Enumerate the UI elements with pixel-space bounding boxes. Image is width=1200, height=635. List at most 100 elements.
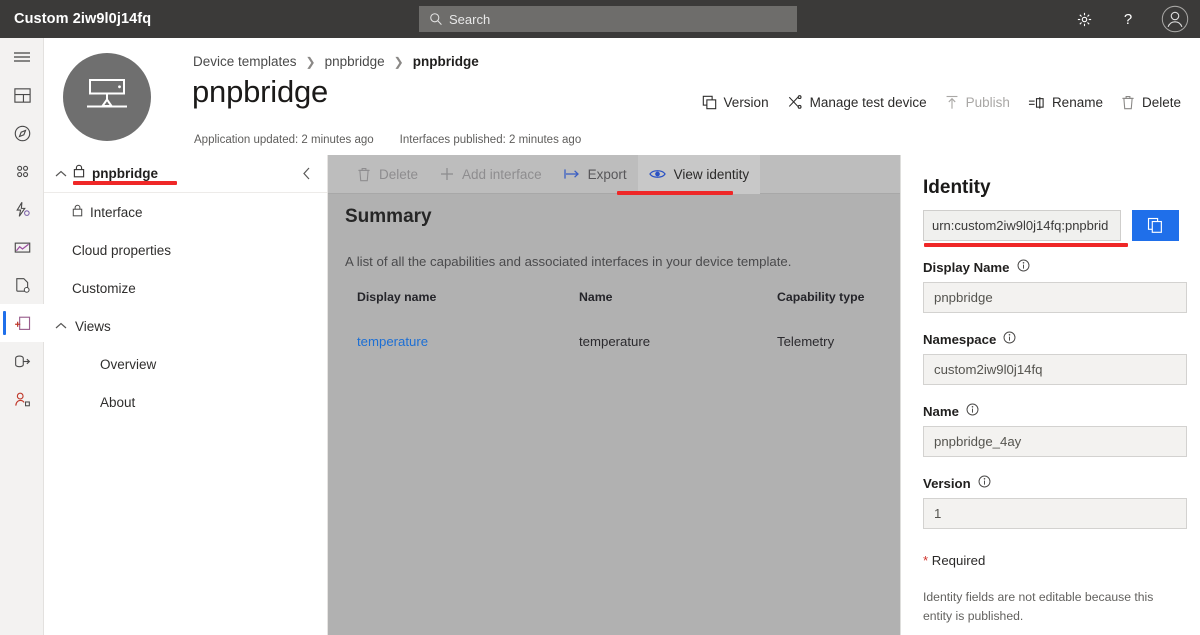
summary-description: A list of all the capabilities and assoc…	[345, 254, 792, 269]
info-icon[interactable]	[1017, 259, 1030, 275]
application-updated-text: Application updated: 2 minutes ago	[194, 134, 374, 146]
tree-item-label: Customize	[72, 280, 136, 296]
breadcrumb: Device templates ❯ pnpbridge ❯ pnpbridge	[193, 54, 479, 69]
sidebar-item-devices[interactable]	[0, 114, 44, 152]
tree-item-label: Overview	[100, 356, 157, 372]
svg-text:?: ?	[1124, 11, 1132, 28]
plus-icon	[441, 168, 454, 180]
tree-root-label: pnpbridge	[92, 166, 158, 181]
tree-root-item[interactable]: pnpbridge	[44, 155, 327, 193]
tree-item-label: About	[100, 394, 136, 410]
sidebar-item-analytics[interactable]	[0, 228, 44, 266]
account-avatar[interactable]	[1150, 0, 1200, 38]
breadcrumb-item-1[interactable]: pnpbridge	[325, 54, 385, 69]
view-identity-label: View identity	[673, 166, 750, 182]
version-label: Version	[923, 475, 971, 491]
info-icon[interactable]	[1003, 331, 1016, 347]
gear-icon	[1077, 12, 1091, 26]
tree-item-cloud-properties[interactable]: Cloud properties	[44, 231, 327, 269]
info-icon[interactable]	[966, 403, 979, 419]
table-header-row: Display name Name Capability type	[357, 290, 887, 304]
info-icon[interactable]	[978, 475, 991, 491]
column-header-capability-type: Capability type	[777, 290, 865, 304]
rename-label: Rename	[1051, 94, 1103, 110]
content-delete-button[interactable]: Delete	[346, 155, 429, 194]
breadcrumb-separator: ❯	[305, 54, 316, 69]
rules-bolt-icon	[15, 201, 30, 217]
search-icon	[429, 12, 443, 26]
help-button[interactable]: ?	[1106, 0, 1150, 38]
collapse-panel-button[interactable]	[299, 166, 313, 180]
publish-button[interactable]: Publish	[936, 91, 1019, 114]
display-name-input[interactable]: pnpbridge	[923, 282, 1187, 313]
export-label: Export	[587, 166, 627, 182]
tree-item-label: Interface	[90, 204, 143, 220]
identity-urn-field[interactable]: urn:custom2iw9l0j14fq:pnpbrid	[923, 210, 1122, 241]
capabilities-table: Display name Name Capability type temper…	[357, 290, 887, 349]
interfaces-published-text: Interfaces published: 2 minutes ago	[399, 134, 582, 146]
sidebar-item-dashboard[interactable]	[0, 76, 44, 114]
left-nav-rail	[0, 38, 44, 635]
capability-type: Telemetry	[777, 334, 835, 349]
header-action-bar: Version Manage test device Publish Renam…	[693, 91, 1190, 114]
top-bar-actions: ?	[1062, 0, 1200, 38]
sidebar-item-data-export[interactable]	[0, 342, 44, 380]
tree-item-customize[interactable]: Customize	[44, 269, 327, 307]
iot-central-app: Custom 2iw9l0j14fq Search ? Device templ…	[0, 0, 1200, 635]
identity-panel-title: Identity	[923, 177, 991, 198]
sidebar-item-administration[interactable]	[0, 380, 44, 418]
manage-test-device-button[interactable]: Manage test device	[778, 91, 936, 114]
field-display-name: Display Name pnpbridge	[923, 259, 1187, 313]
search-input[interactable]: Search	[419, 6, 797, 32]
breadcrumb-item-0[interactable]: Device templates	[193, 54, 297, 69]
annotation-underline-view-identity	[617, 191, 733, 195]
chevron-up-icon	[54, 170, 67, 178]
delete-label: Delete	[1141, 94, 1181, 110]
sidebar-item-device-groups[interactable]	[0, 152, 44, 190]
tree-item-about[interactable]: About	[44, 383, 327, 421]
field-namespace: Namespace custom2iw9l0j14fq	[923, 331, 1187, 385]
name-input[interactable]: pnpbridge_4ay	[923, 426, 1187, 457]
annotation-underline-identity-urn	[924, 243, 1128, 247]
sidebar-item-device-templates[interactable]	[0, 304, 44, 342]
version-input[interactable]: 1	[923, 498, 1187, 529]
sidebar-item-jobs[interactable]	[0, 266, 44, 304]
dashboard-icon	[13, 87, 31, 103]
field-label: Display Name	[923, 259, 1179, 275]
summary-heading: Summary	[345, 206, 432, 227]
field-label: Version	[923, 475, 1179, 491]
capability-display-name-link[interactable]: temperature	[357, 334, 428, 349]
identity-note: Identity fields are not editable because…	[923, 590, 1154, 623]
question-mark-icon: ?	[1124, 11, 1132, 28]
export-button[interactable]: Export	[553, 155, 638, 194]
field-version: Version 1	[923, 475, 1187, 529]
tree-group-views[interactable]: Views	[44, 307, 327, 345]
copy-icon	[1148, 217, 1163, 233]
search-placeholder: Search	[449, 11, 491, 27]
content-toolbar: Delete Add interface Export View identit…	[328, 154, 900, 194]
tree-item-overview[interactable]: Overview	[44, 345, 327, 383]
rename-button[interactable]: Rename	[1019, 92, 1112, 114]
breadcrumb-separator: ❯	[393, 54, 404, 69]
sidebar-item-rules[interactable]	[0, 190, 44, 228]
settings-button[interactable]	[1062, 0, 1106, 38]
manage-test-device-label: Manage test device	[809, 94, 927, 110]
namespace-input[interactable]: custom2iw9l0j14fq	[923, 354, 1187, 385]
chevron-up-icon	[54, 322, 67, 330]
rename-icon	[1028, 96, 1044, 109]
required-text: Required	[928, 553, 986, 568]
version-copy-icon	[702, 95, 716, 110]
display-name-label: Display Name	[923, 259, 1010, 275]
trash-icon	[1122, 95, 1134, 110]
analytics-chart-icon	[14, 242, 30, 253]
sidebar-item-menu[interactable]	[0, 38, 44, 76]
page-title: pnpbridge	[192, 74, 329, 109]
tree-item-interface[interactable]: Interface	[44, 193, 327, 231]
version-button[interactable]: Version	[693, 91, 778, 114]
user-avatar-icon	[1161, 5, 1189, 33]
copy-identity-button[interactable]	[1132, 210, 1179, 241]
delete-button[interactable]: Delete	[1112, 91, 1190, 114]
view-identity-button[interactable]: View identity	[637, 154, 761, 194]
field-label: Namespace	[923, 331, 1179, 347]
add-interface-button[interactable]: Add interface	[429, 155, 553, 194]
